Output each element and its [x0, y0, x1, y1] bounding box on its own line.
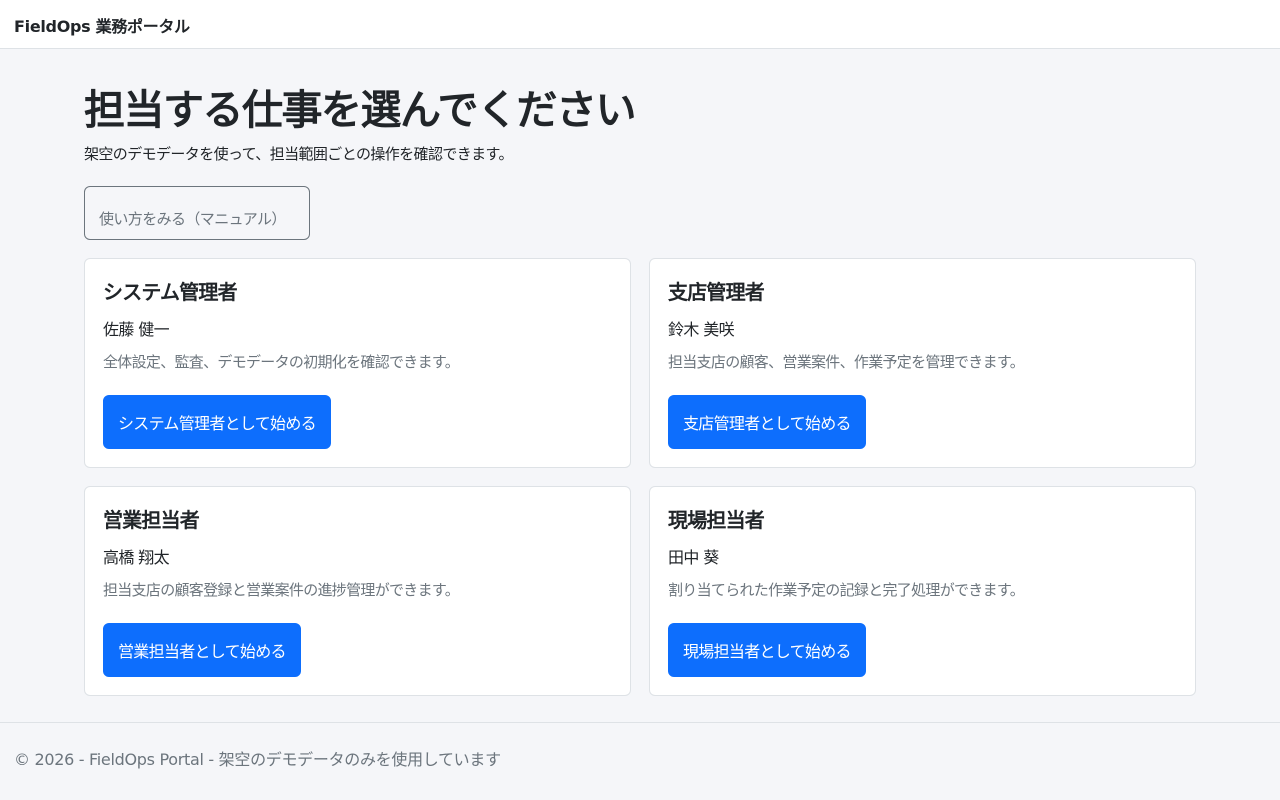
manual-button[interactable]: 使い方をみる（マニュアル）	[84, 186, 310, 240]
start-branch-manager-button[interactable]: 支店管理者として始める	[668, 395, 866, 449]
page-lead: 架空のデモデータを使って、担当範囲ごとの操作を確認できます。	[84, 145, 513, 163]
role-person-name: 佐藤 健一	[103, 320, 170, 339]
brand-link[interactable]: FieldOps 業務ポータル	[14, 13, 190, 37]
role-title: 営業担当者	[103, 508, 200, 532]
role-person-name: 鈴木 美咲	[668, 320, 735, 339]
role-description: 担当支店の顧客登録と営業案件の進捗管理ができます。	[103, 581, 460, 599]
footer-text: © 2026 - FieldOps Portal - 架空のデモデータのみを使用…	[14, 750, 501, 769]
start-sales-rep-button[interactable]: 営業担当者として始める	[103, 623, 301, 677]
role-card-field-worker: 現場担当者 田中 葵 割り当てられた作業予定の記録と完了処理ができます。 現場担…	[649, 486, 1196, 696]
footer: © 2026 - FieldOps Portal - 架空のデモデータのみを使用…	[0, 722, 1280, 800]
role-person-name: 高橋 翔太	[103, 548, 170, 567]
start-system-admin-button[interactable]: システム管理者として始める	[103, 395, 331, 449]
navbar: FieldOps 業務ポータル	[0, 0, 1280, 49]
role-card-system-admin: システム管理者 佐藤 健一 全体設定、監査、デモデータの初期化を確認できます。 …	[84, 258, 631, 468]
role-card-sales-rep: 営業担当者 高橋 翔太 担当支店の顧客登録と営業案件の進捗管理ができます。 営業…	[84, 486, 631, 696]
role-description: 担当支店の顧客、営業案件、作業予定を管理できます。	[668, 353, 1025, 371]
role-title: 現場担当者	[668, 508, 765, 532]
page-title: 担当する仕事を選んでください	[84, 86, 636, 134]
role-title: 支店管理者	[668, 280, 765, 304]
role-card-branch-manager: 支店管理者 鈴木 美咲 担当支店の顧客、営業案件、作業予定を管理できます。 支店…	[649, 258, 1196, 468]
role-title: システム管理者	[103, 280, 238, 304]
start-field-worker-button[interactable]: 現場担当者として始める	[668, 623, 866, 677]
role-description: 全体設定、監査、デモデータの初期化を確認できます。	[103, 353, 460, 371]
role-description: 割り当てられた作業予定の記録と完了処理ができます。	[668, 581, 1025, 599]
role-person-name: 田中 葵	[668, 548, 719, 567]
